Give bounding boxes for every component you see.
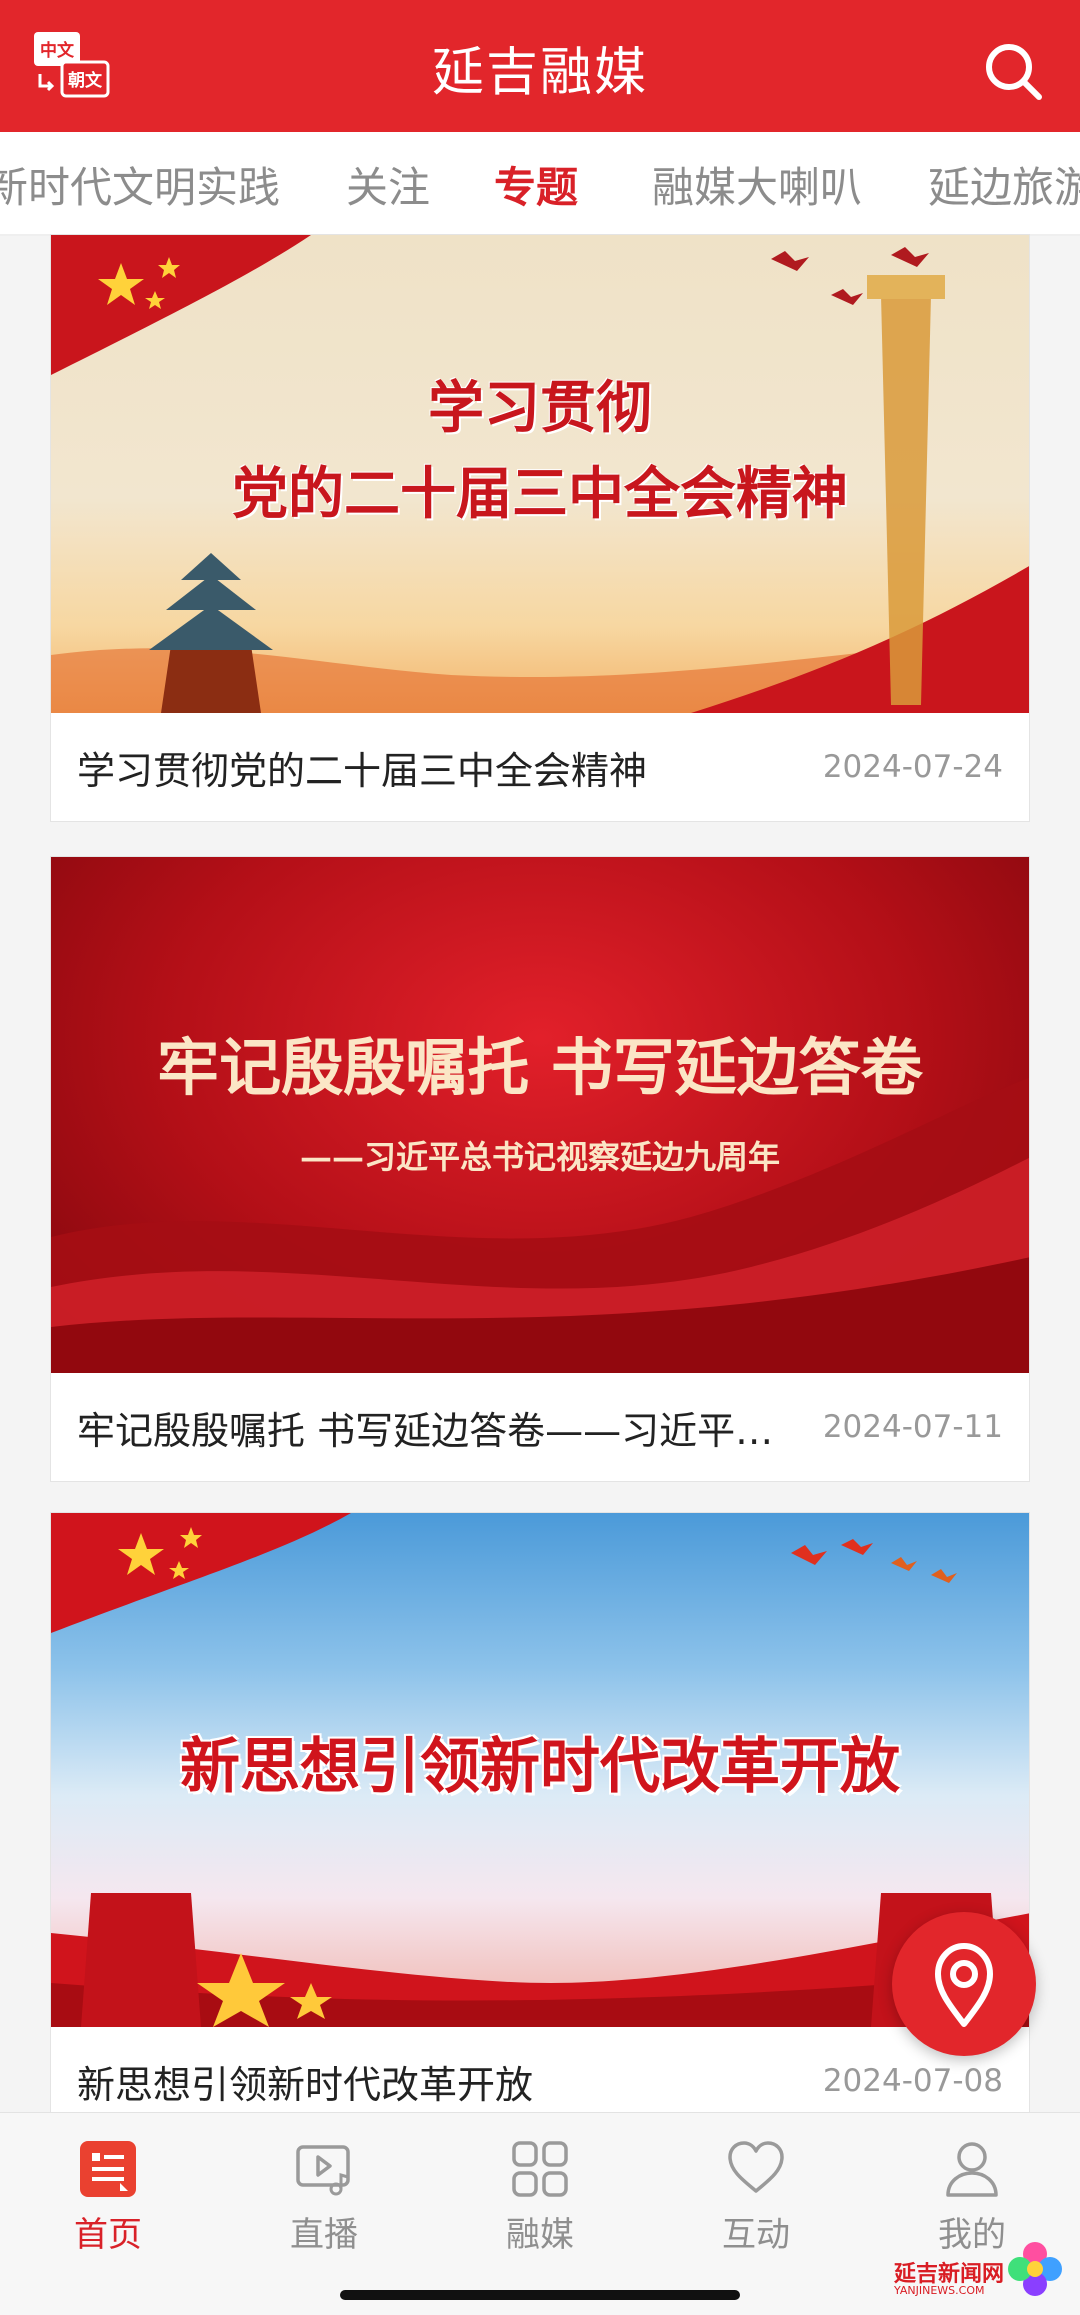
topic-banner-image[interactable]: 新思想引领新时代改革开放 xyxy=(51,1513,1029,2027)
tab-media-loudspeaker[interactable]: 融媒大喇叭 xyxy=(652,154,862,215)
banner-decoration xyxy=(51,1077,1029,1373)
grid-icon xyxy=(512,2141,568,2197)
topic-card[interactable]: 牢记殷殷嘱托 书写延边答卷 ——习近平总书记视察延边九周年 牢记殷殷嘱托 书写延… xyxy=(50,856,1030,1482)
news-icon xyxy=(80,2141,136,2197)
card-title[interactable]: 牢记殷殷嘱托 书写延边答卷——习近平总书记视察延边九周年 xyxy=(77,1400,797,1455)
card-date: 2024-07-24 xyxy=(822,749,1003,785)
site-watermark: 延吉新闻网 YANJINEWS.COM xyxy=(890,2234,1070,2304)
search-icon[interactable] xyxy=(982,40,1044,102)
app-title: 延吉融媒 xyxy=(431,43,648,103)
heart-icon xyxy=(728,2141,784,2193)
card-footer: 学习贯彻党的二十届三中全会精神 2024-07-24 xyxy=(51,713,1029,821)
nav-label: 融媒 xyxy=(506,2215,574,2255)
tab-topics[interactable]: 专题 xyxy=(494,154,578,215)
user-icon xyxy=(946,2142,998,2197)
nav-media[interactable]: 融媒 xyxy=(432,2137,648,2256)
card-date: 2024-07-08 xyxy=(822,2063,1003,2099)
nav-label: 首页 xyxy=(74,2215,142,2255)
card-footer: 新思想引领新时代改革开放 2024-07-08 xyxy=(51,2027,1029,2112)
topic-banner-image[interactable]: 学习贯彻 党的二十届三中全会精神 xyxy=(51,235,1029,713)
tab-yanbian-travel[interactable]: 延边旅游 xyxy=(928,154,1080,215)
nav-interact[interactable]: 互动 xyxy=(648,2137,864,2256)
tab-follow[interactable]: 关注 xyxy=(346,154,430,215)
card-title[interactable]: 新思想引领新时代改革开放 xyxy=(77,2054,533,2109)
home-indicator[interactable] xyxy=(340,2290,740,2300)
tab-civilization-practice[interactable]: 新时代文明实践 xyxy=(0,154,280,215)
nav-home[interactable]: 首页 xyxy=(0,2137,216,2256)
topic-card[interactable]: 新思想引领新时代改革开放 新思想引领新时代改革开放 2024-07-08 xyxy=(50,1512,1030,2112)
flower-logo-icon xyxy=(1008,2242,1062,2296)
banner-headline-line1: 学习贯彻 xyxy=(428,375,652,441)
card-footer: 牢记殷殷嘱托 书写延边答卷——习近平总书记视察延边九周年 2024-07-11 xyxy=(51,1373,1029,1481)
nav-live[interactable]: 直播 xyxy=(216,2137,432,2256)
banner-headline: 新思想引领新时代改革开放 xyxy=(180,1732,900,1802)
watermark-subtext: YANJINEWS.COM xyxy=(894,2284,985,2297)
live-video-icon xyxy=(296,2145,350,2196)
banner-headline-line1: 牢记殷殷嘱托 书写延边答卷 xyxy=(157,1031,923,1104)
app-header: 中文 朝文 延吉融媒 xyxy=(0,0,1080,132)
card-date: 2024-07-11 xyxy=(822,1409,1003,1445)
nav-label: 互动 xyxy=(722,2215,790,2255)
topic-banner-image[interactable]: 牢记殷殷嘱托 书写延边答卷 ——习近平总书记视察延边九周年 xyxy=(51,857,1029,1373)
location-button[interactable] xyxy=(892,1912,1036,2056)
banner-headline-line2: ——习近平总书记视察延边九周年 xyxy=(299,1138,780,1176)
banner-headline-line2: 党的二十届三中全会精神 xyxy=(232,461,848,527)
nav-label: 直播 xyxy=(290,2215,358,2255)
topic-card[interactable]: 学习贯彻 党的二十届三中全会精神 学习贯彻党的二十届三中全会精神 2024-07… xyxy=(50,234,1030,822)
location-pin-icon xyxy=(935,1943,993,2027)
card-title[interactable]: 学习贯彻党的二十届三中全会精神 xyxy=(77,740,647,795)
category-tab-bar: 新时代文明实践 关注 专题 融媒大喇叭 延边旅游 xyxy=(0,132,1080,234)
